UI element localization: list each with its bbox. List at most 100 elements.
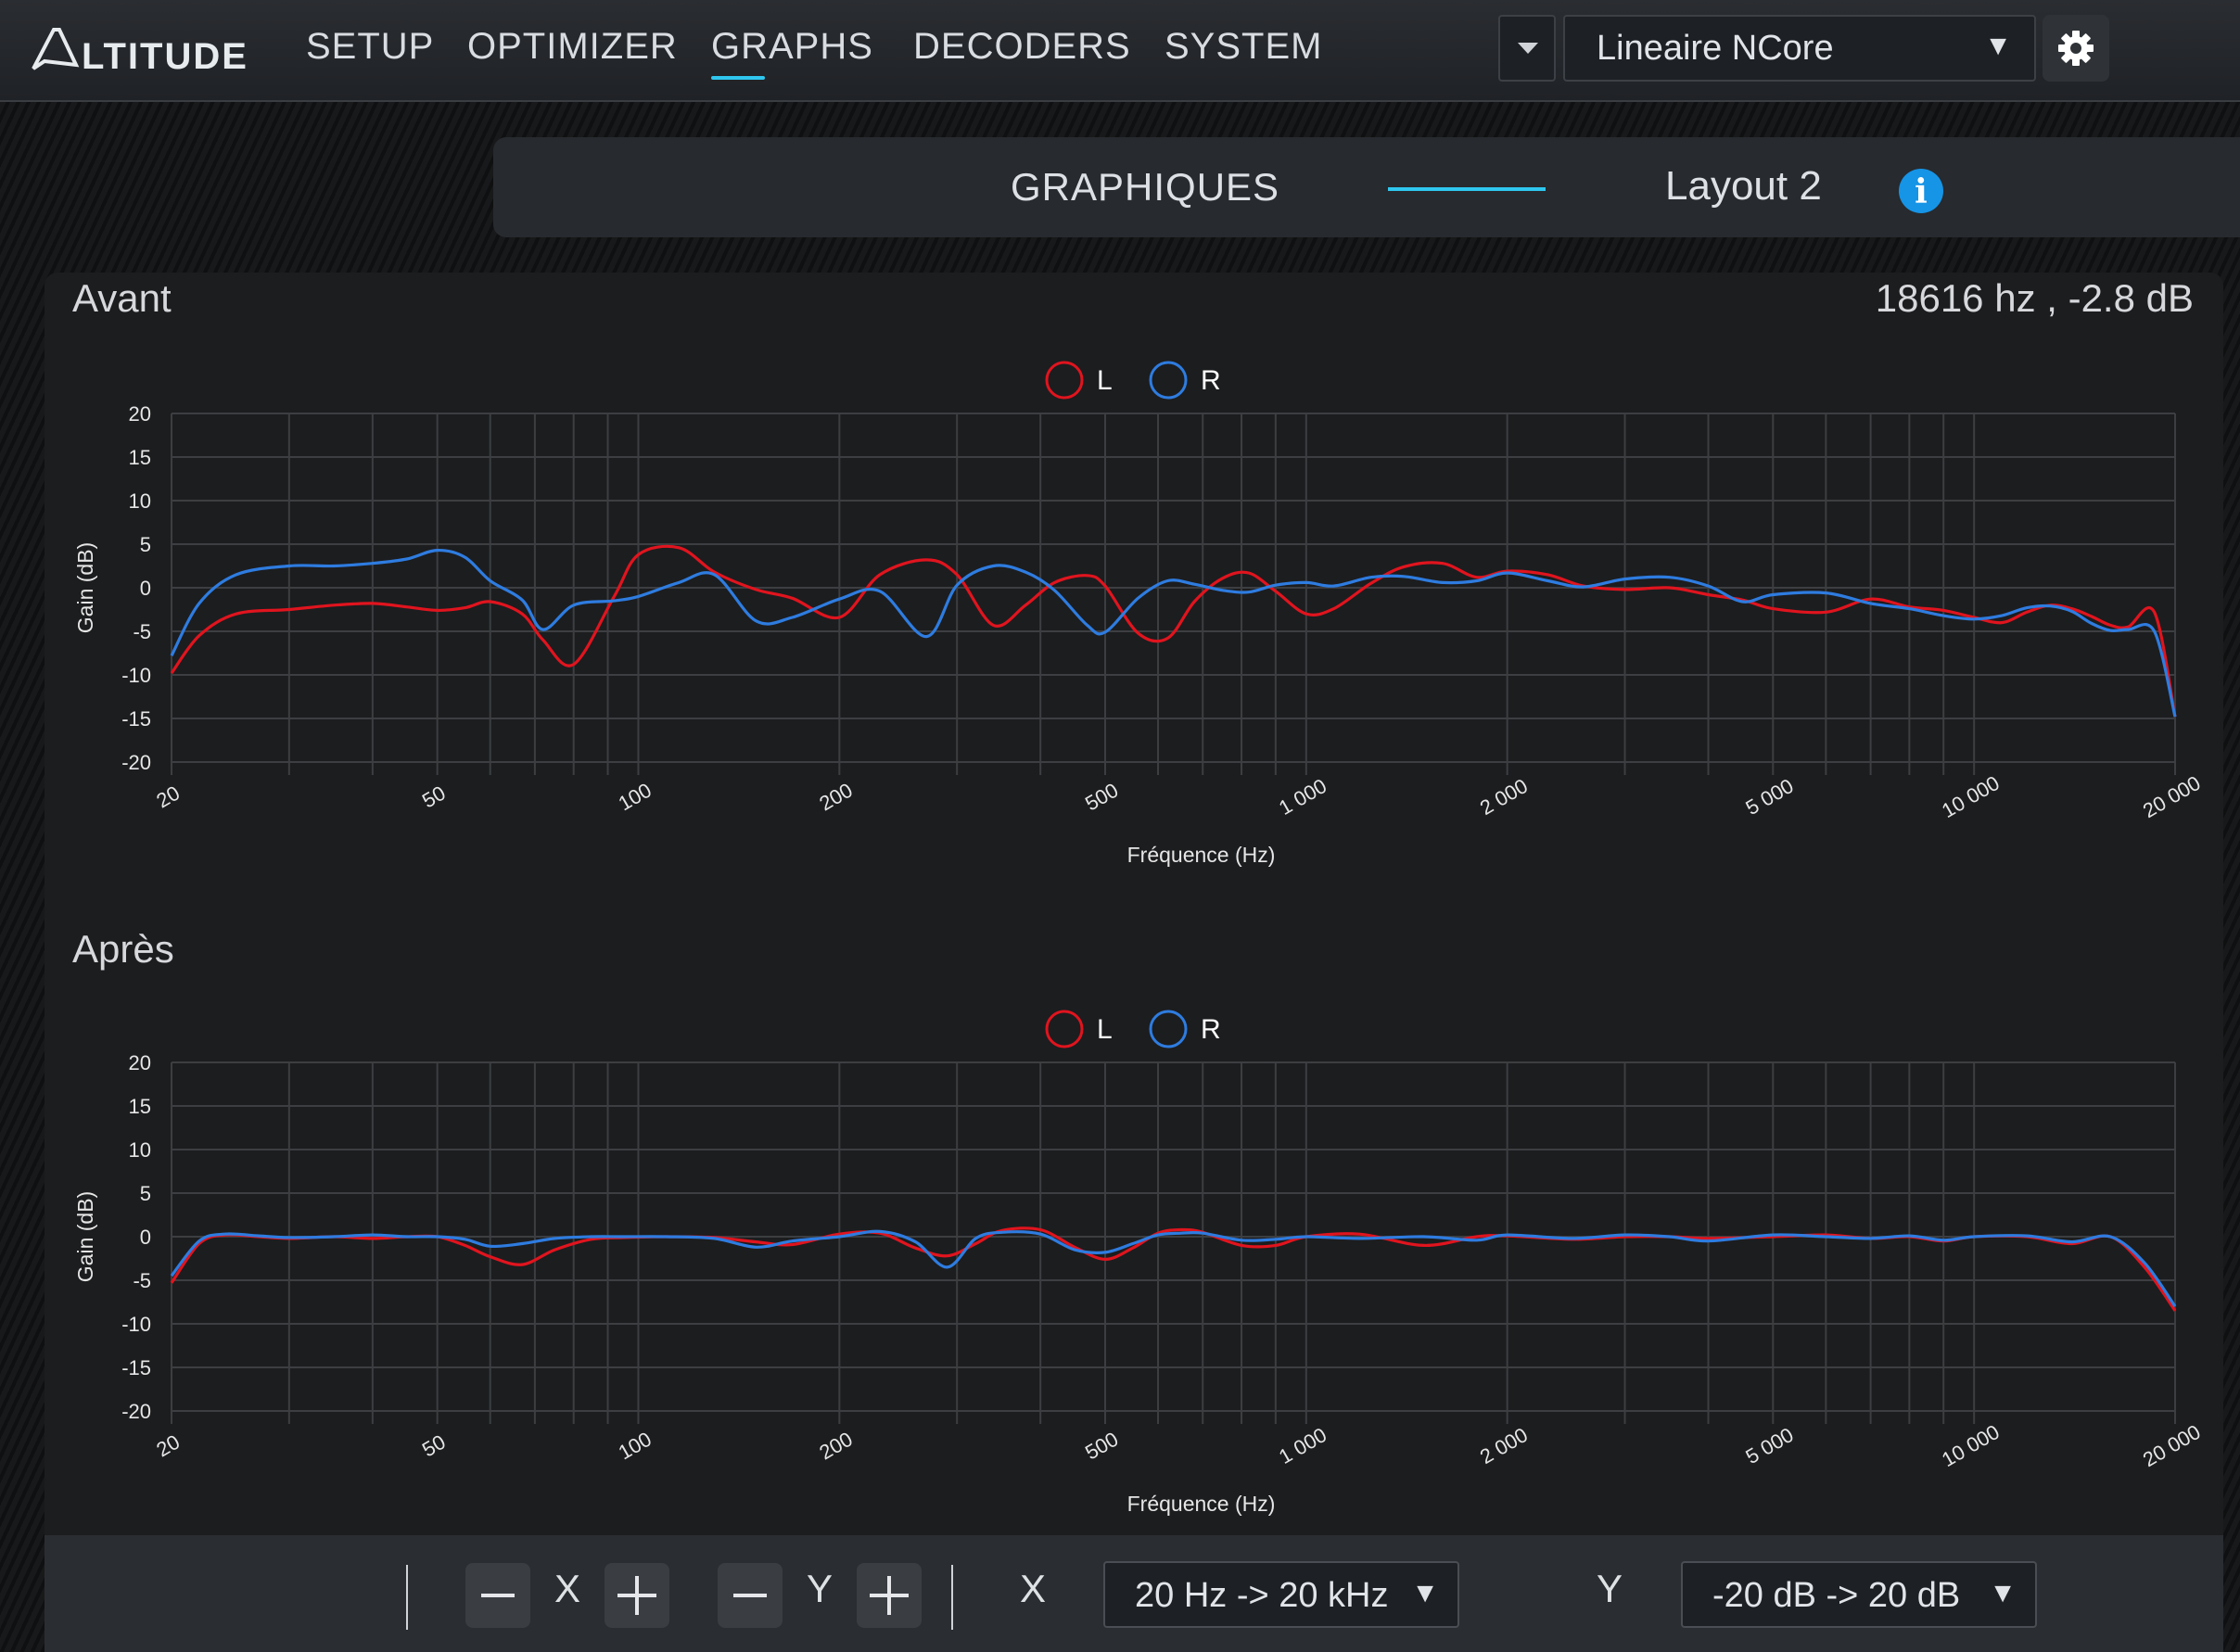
y-tick-label: 10	[129, 1138, 151, 1162]
chart-avant[interactable]: L R20151050-5-10-15-2020 50 100 200 500 1 000 2…	[45, 343, 2223, 890]
x-zoom-in-button[interactable]	[605, 1563, 669, 1628]
x-axis-label: Fréquence (Hz)	[1127, 843, 1276, 867]
x-tick-label: 2 000	[1476, 774, 1532, 820]
graphs-subheader	[493, 137, 2240, 237]
legend-marker-r[interactable]	[1149, 361, 1188, 400]
y-tick-label: 0	[140, 577, 151, 600]
nav-system[interactable]: SYSTEM	[1165, 26, 1322, 68]
y-axis-label: Gain (dB)	[73, 1191, 97, 1282]
settings-button[interactable]	[2043, 15, 2109, 82]
series-line-r[interactable]	[170, 1229, 2177, 1308]
x-zoom-label: X	[554, 1567, 581, 1610]
x-range-select[interactable]: 20 Hz -> 20 kHz ▼	[1103, 1561, 1459, 1628]
chart-legend[interactable]: LR	[1045, 1010, 1221, 1048]
y-tick-label: -10	[121, 1313, 151, 1336]
y-tick-label: -10	[121, 664, 151, 687]
y-tick-label: 15	[129, 1095, 151, 1118]
y-zoom-in-button[interactable]	[857, 1563, 922, 1628]
y-tick-label: 15	[129, 446, 151, 469]
x-tick-label: 100	[615, 1427, 655, 1464]
toolbar-separator	[406, 1565, 408, 1630]
subheader-title: GRAPHIQUES	[1011, 165, 1280, 209]
chart-title-avant: Avant	[72, 276, 172, 320]
y-tick-label: 5	[140, 1182, 151, 1205]
legend-label-l: L	[1097, 1014, 1113, 1045]
device-select[interactable]: Lineaire NCore ▼	[1563, 15, 2036, 82]
active-nav-indicator	[711, 76, 765, 80]
legend-marker-r[interactable]	[1149, 1010, 1188, 1048]
x-tick-label: 500	[1081, 778, 1122, 815]
x-tick-label: 200	[815, 1427, 856, 1464]
x-tick-label: 20	[152, 1430, 184, 1462]
cursor-readout: 18616 hz , -2.8 dB	[1875, 276, 2194, 320]
nav-optimizer[interactable]: OPTIMIZER	[467, 26, 678, 68]
x-tick-label: 10 000	[1938, 771, 2004, 822]
chart-legend[interactable]: LR	[1045, 361, 1221, 400]
y-tick-label: 5	[140, 533, 151, 556]
legend-marker-l[interactable]	[1045, 1010, 1084, 1048]
x-tick-label: 10 000	[1938, 1420, 2004, 1471]
device-select-value: Lineaire NCore	[1597, 29, 1834, 68]
y-zoom-label: Y	[807, 1567, 834, 1610]
x-tick-label: 1 000	[1275, 774, 1330, 820]
x-tick-label: 500	[1081, 1427, 1122, 1464]
top-bar: LTITUDE SETUP OPTIMIZER GRAPHS DECODERS …	[0, 0, 2240, 102]
chart-grid	[171, 1061, 2176, 1424]
dropdown-arrow-icon: ▼	[1984, 31, 2012, 61]
subheader-accent-line	[1388, 187, 1546, 191]
legend-label-l: L	[1097, 365, 1113, 396]
y-tick-label: -15	[121, 1356, 151, 1379]
x-tick-label: 2 000	[1476, 1423, 1532, 1468]
x-tick-label: 20 000	[2139, 1420, 2205, 1471]
y-tick-label: -20	[121, 1400, 151, 1423]
logo-mark: LTITUDE	[32, 28, 248, 77]
y-tick-label: -20	[121, 751, 151, 774]
altitude-logo[interactable]: LTITUDE	[28, 24, 271, 77]
y-tick-label: 20	[129, 1051, 151, 1074]
info-icon[interactable]: i	[1899, 169, 1943, 213]
y-tick-label: 0	[140, 1226, 151, 1249]
x-tick-label: 5 000	[1741, 774, 1797, 820]
legend-label-r: R	[1201, 365, 1221, 396]
nav-graphs[interactable]: GRAPHS	[711, 26, 873, 68]
caret-down-icon	[1518, 43, 1538, 54]
layout-label: Layout 2	[1665, 163, 1822, 209]
x-tick-label: 50	[418, 782, 450, 813]
y-tick-label: 20	[129, 402, 151, 426]
device-menu-button[interactable]	[1498, 15, 1556, 82]
chart-title-apres: Après	[72, 927, 174, 971]
x-axis-label: Fréquence (Hz)	[1127, 1492, 1276, 1516]
x-tick-label: 5 000	[1741, 1423, 1797, 1468]
x-tick-label: 1 000	[1275, 1423, 1330, 1468]
y-range-label: Y	[1597, 1567, 1623, 1610]
y-range-select[interactable]: -20 dB -> 20 dB ▼	[1681, 1561, 2037, 1628]
info-glyph: i	[1915, 172, 1928, 211]
y-axis-label: Gain (dB)	[73, 542, 97, 633]
x-range-label: X	[1020, 1567, 1047, 1610]
plus-icon-v	[887, 1576, 891, 1615]
y-tick-label: -5	[133, 1269, 151, 1292]
y-tick-label: -15	[121, 707, 151, 731]
x-tick-label: 100	[615, 778, 655, 815]
toolbar-separator	[951, 1565, 953, 1630]
x-tick-label: 200	[815, 778, 856, 815]
svg-text:LTITUDE: LTITUDE	[82, 36, 248, 76]
y-tick-label: 10	[129, 489, 151, 513]
legend-label-r: R	[1201, 1014, 1221, 1045]
y-zoom-out-button[interactable]	[718, 1563, 783, 1628]
x-tick-label: 20 000	[2139, 771, 2205, 822]
legend-marker-l[interactable]	[1045, 361, 1084, 400]
x-tick-label: 20	[152, 782, 184, 813]
y-range-value: -20 dB -> 20 dB	[1712, 1576, 1961, 1615]
x-zoom-out-button[interactable]	[465, 1563, 530, 1628]
nav-setup[interactable]: SETUP	[306, 26, 434, 68]
chart-grid	[171, 413, 2176, 775]
nav-decoders[interactable]: DECODERS	[913, 26, 1131, 68]
chart-apres[interactable]: L R20151050-5-10-15-2020 50 100 200 500 1 000 2…	[45, 992, 2223, 1530]
dropdown-arrow-icon: ▼	[1411, 1578, 1439, 1608]
y-tick-label: -5	[133, 620, 151, 643]
plus-icon-v	[635, 1576, 639, 1615]
minus-icon	[481, 1594, 515, 1597]
minus-icon	[733, 1594, 767, 1597]
x-tick-label: 50	[418, 1430, 450, 1462]
